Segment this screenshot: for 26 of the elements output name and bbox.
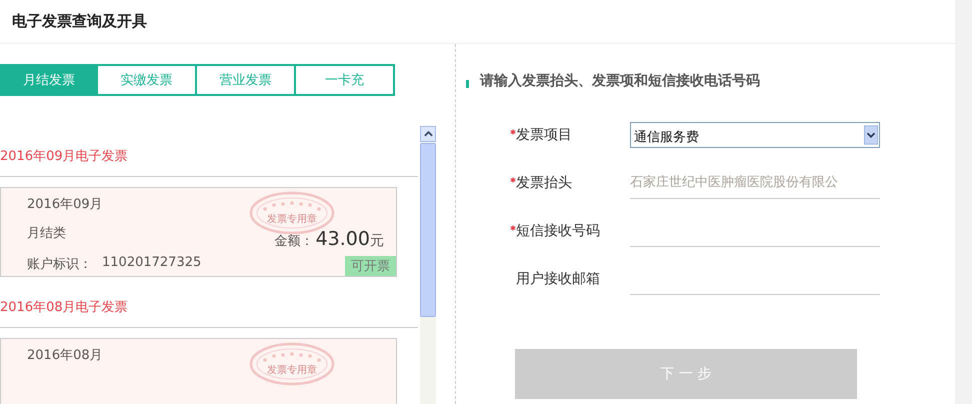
scrollbar[interactable] bbox=[420, 126, 436, 404]
account-number: 110201727325 bbox=[102, 255, 202, 272]
month-heading: 2016年08月电子发票 bbox=[0, 287, 418, 328]
page-title: 电子发票查询及开具 bbox=[12, 12, 147, 31]
month-heading: 2016年09月电子发票 bbox=[0, 136, 418, 177]
amount-label: 金额： bbox=[274, 233, 314, 250]
form-heading: 请输入发票抬头、发票项和短信接收电话号码 bbox=[480, 72, 760, 90]
field-label: 发票抬头 bbox=[516, 174, 572, 192]
invoice-type: 月结类 bbox=[27, 226, 66, 241]
field-label: 用户接收邮箱 bbox=[516, 270, 600, 288]
field-label: 短信接收号码 bbox=[516, 222, 600, 240]
currency-unit: 元 bbox=[370, 232, 384, 250]
invoice-period: 2016年09月 bbox=[27, 197, 103, 212]
account-label: 账户标识： bbox=[27, 256, 92, 273]
tab[interactable]: 一卡充 bbox=[294, 64, 395, 96]
invoice-item-select[interactable]: 通信服务费 bbox=[630, 122, 880, 148]
invoice-card[interactable]: 2016年08月 发票专用章 bbox=[0, 338, 397, 404]
stamp-icon: 发票专用章 bbox=[249, 342, 335, 386]
tab[interactable]: 实缴发票 bbox=[96, 64, 197, 96]
field-label: 发票项目 bbox=[516, 126, 572, 144]
tab[interactable]: 月结发票 bbox=[0, 64, 98, 96]
dropdown-icon[interactable] bbox=[864, 124, 878, 146]
status-badge: 可开票 bbox=[345, 256, 396, 276]
scroll-up-icon[interactable] bbox=[424, 131, 432, 137]
invoice-period: 2016年08月 bbox=[27, 348, 103, 363]
tab[interactable]: 营业发票 bbox=[195, 64, 296, 96]
